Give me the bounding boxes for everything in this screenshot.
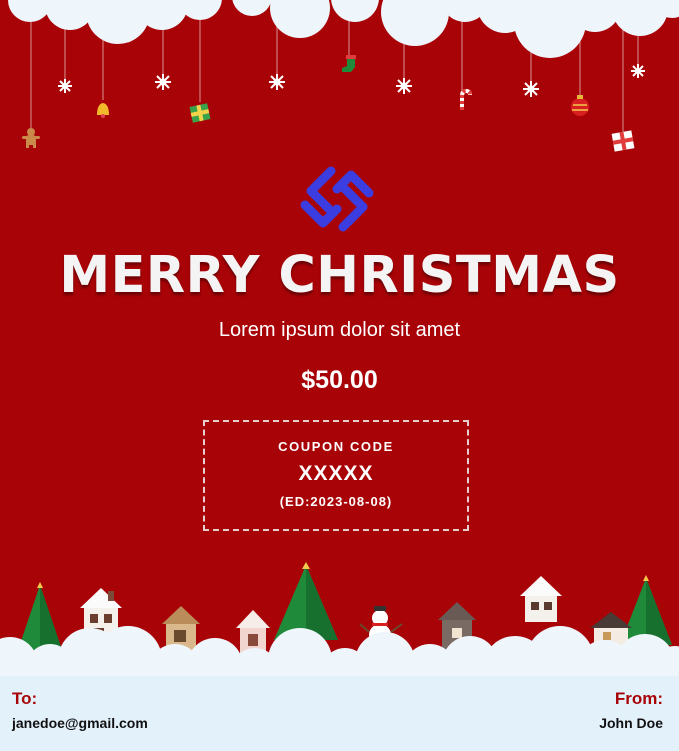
gift-icon [189, 103, 211, 123]
sender-name: John Doe [599, 715, 663, 731]
christmas-tree-icon [274, 562, 338, 640]
recipient-email: janedoe@gmail.com [12, 715, 148, 731]
recipient-label: To: [12, 689, 38, 708]
card-footer: To: janedoe@gmail.com From: John Doe [0, 676, 679, 751]
gingerbread-icon [22, 128, 40, 148]
snowy-village-illustration [0, 562, 679, 676]
house-icon [162, 606, 200, 650]
top-clouds [8, 0, 679, 58]
card-hero: MERRY CHRISTMAS Lorem ipsum dolor sit am… [0, 0, 679, 676]
card-subtitle: Lorem ipsum dolor sit amet [218, 319, 461, 341]
gift-amount: $50.00 [301, 366, 378, 394]
coupon-box: COUPON CODE XXXXX (ED:2023-08-08) [203, 420, 469, 531]
sender-label: From: [614, 689, 663, 708]
gift-icon [611, 130, 635, 152]
coupon-label: COUPON CODE [278, 439, 394, 454]
gift-card: MERRY CHRISTMAS Lorem ipsum dolor sit am… [0, 0, 679, 751]
coupon-code[interactable]: XXXXX [205, 462, 467, 486]
candy-cane-icon [460, 88, 472, 110]
card-title: MERRY CHRISTMAS [59, 246, 620, 305]
logo-icon [300, 166, 374, 232]
house-icon [236, 610, 270, 654]
coupon-expiry: (ED:2023-08-08) [279, 494, 393, 509]
house-icon [520, 576, 562, 622]
christmas-tree-icon [18, 582, 62, 650]
bell-icon [97, 103, 109, 118]
ornament-ball-icon [571, 95, 589, 116]
